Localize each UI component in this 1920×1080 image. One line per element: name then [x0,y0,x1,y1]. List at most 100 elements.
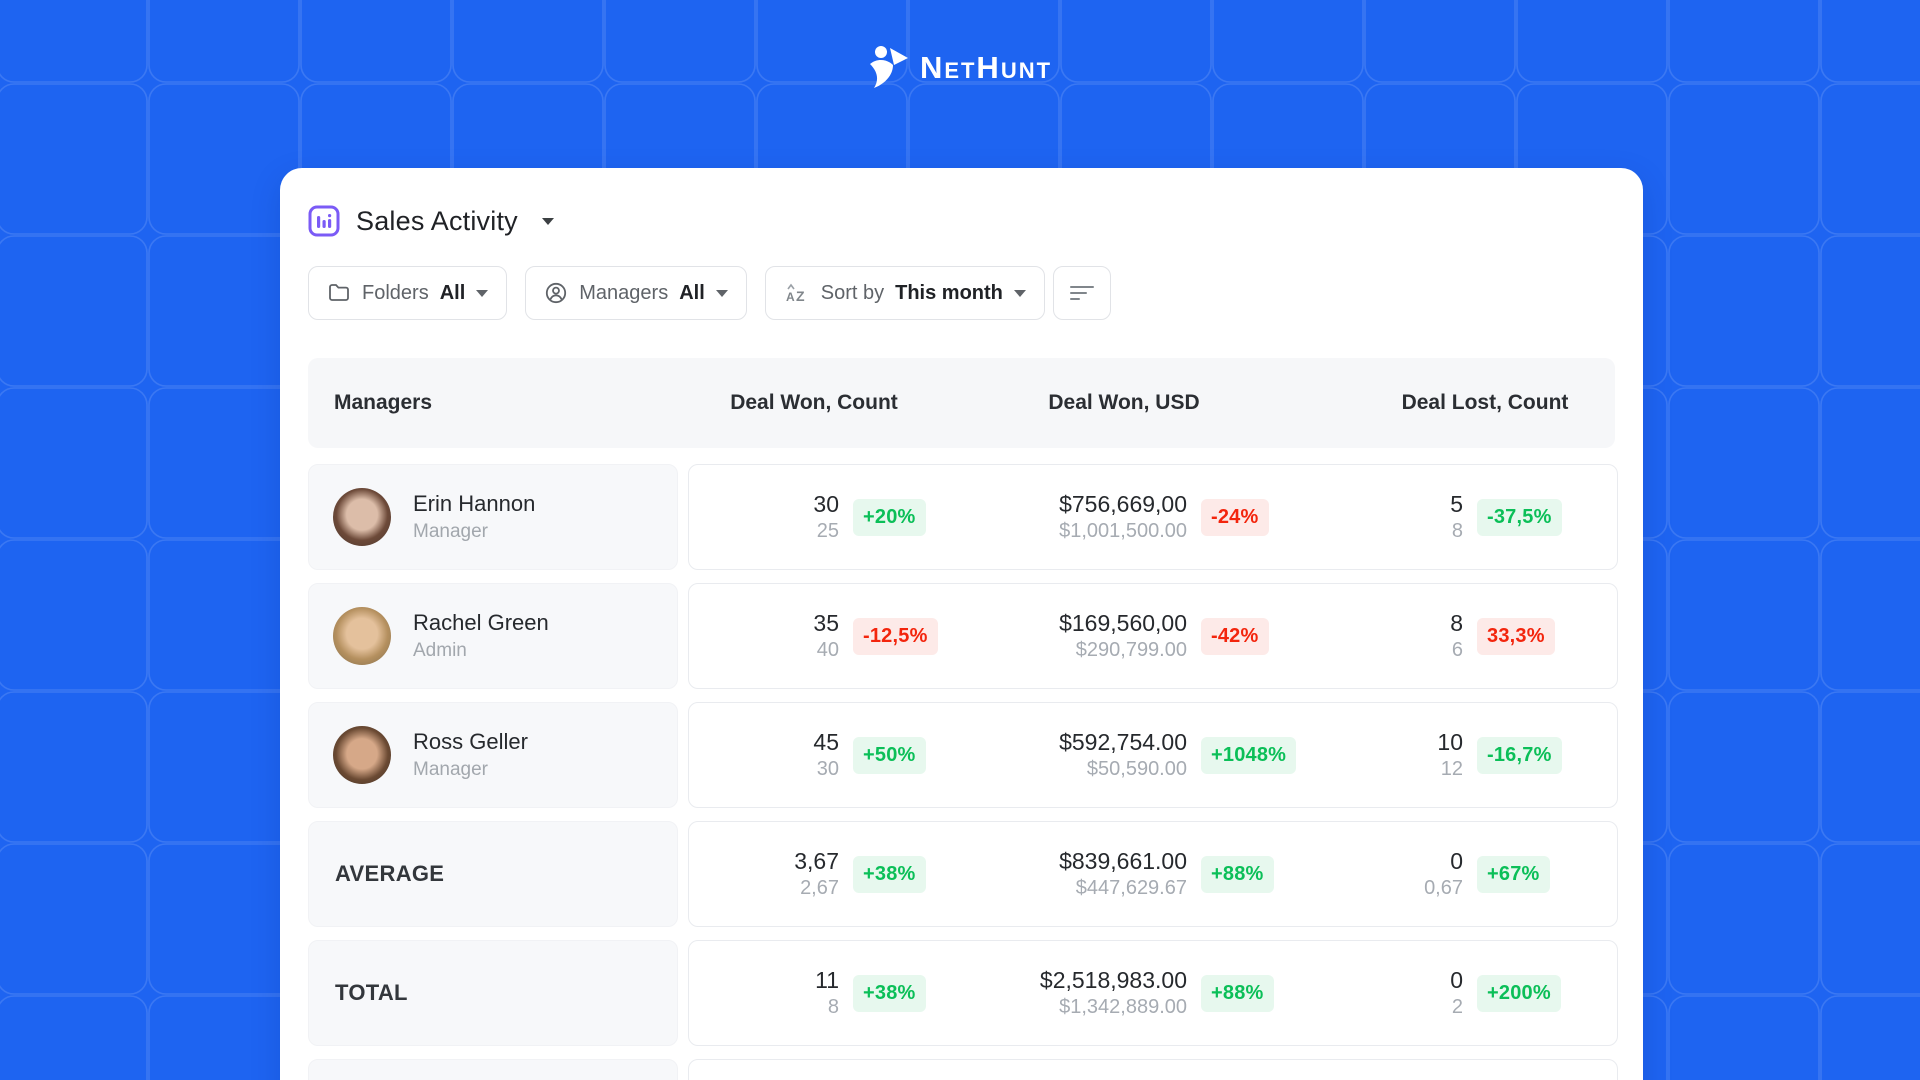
deal-won-count-cell: 45 30 +50% [689,729,941,781]
deal-lost-count-cell: 5 8 -37,5% [1309,491,1619,543]
previous-value: 2 [1452,996,1463,1019]
filter-label: Folders [362,282,429,305]
deal-won-usd-cell: $756,669,00 $1,001,500.00 -24% [941,491,1309,543]
summary-row-average: AVERAGE 3,67 2,67 +38% $839,661.00 $447,… [308,821,1615,927]
change-badge: -37,5% [1477,499,1562,536]
current-value: $169,560,00 [1059,610,1187,637]
table-row: Ross Geller Manager 45 30 +50% $592,754.… [308,702,1615,808]
previous-value: 40 [817,639,839,662]
chevron-down-icon [716,290,728,297]
person-icon [544,281,568,305]
deal-won-count-cell: 11 8 +38% [689,967,941,1019]
deal-won-usd-cell: $592,754.00 $50,590.00 +1048% [941,729,1309,781]
manager-cell[interactable]: Erin Hannon Manager [308,464,678,570]
deal-won-usd-cell: $2,518,983.00 $1,342,889.00 +88% [941,967,1309,1019]
manager-cell[interactable]: Ross Geller Manager [308,702,678,808]
current-value: 8 [1450,610,1463,637]
current-value: 0 [1450,967,1463,994]
table-header: Managers Deal Won, Count Deal Won, USD D… [308,358,1615,448]
manager-role: Manager [413,521,535,543]
previous-value: 6 [1452,639,1463,662]
previous-value: 12 [1441,758,1463,781]
change-badge: +50% [853,737,926,774]
previous-value: $447,629.67 [1076,877,1187,900]
values-cell: 11 8 +38% $2,518,983.00 $1,342,889.00 +8… [688,940,1618,1046]
deal-lost-count-cell: 8 6 33,3% [1309,610,1619,662]
previous-value: $290,799.00 [1076,639,1187,662]
sort-order-button[interactable] [1053,266,1111,320]
deal-won-count-cell: 3,67 2,67 +38% [689,848,941,900]
previous-value: 8 [1452,520,1463,543]
current-value: $756,669,00 [1059,491,1187,518]
avatar [333,607,391,665]
previous-value: 2,67 [800,877,839,900]
manager-name: Ross Geller [413,729,528,755]
table-row: Erin Hannon Manager 30 25 +20% $756,669,… [308,464,1615,570]
previous-value: 0,67 [1424,877,1463,900]
previous-value: $1,342,889.00 [1059,996,1187,1019]
folders-filter[interactable]: Folders All [308,266,507,320]
manager-cell [308,1059,678,1080]
filter-value: This month [895,282,1003,305]
avatar [333,726,391,784]
chevron-down-icon[interactable] [542,218,554,225]
brand-wordmark: NetHunt [920,50,1052,86]
change-badge: +38% [853,975,926,1012]
sort-by-filter[interactable]: A Z Sort by This month [765,266,1045,320]
change-badge: +20% [853,499,926,536]
manager-cell[interactable]: Rachel Green Admin [308,583,678,689]
deal-lost-count-cell: 10 12 -16,7% [1309,729,1619,781]
avatar [333,488,391,546]
values-cell: 45 30 +50% $592,754.00 $50,590.00 +1048%… [688,702,1618,808]
filter-value: All [440,282,466,305]
deal-won-usd-cell: $169,560,00 $290,799.00 -42% [941,610,1309,662]
manager-name: Erin Hannon [413,491,535,517]
sort-lines-icon [1069,283,1095,303]
values-cell: 35 40 -12,5% $169,560,00 $290,799.00 -42… [688,583,1618,689]
current-value: 30 [813,491,839,518]
manager-role: Admin [413,640,549,662]
summary-label: AVERAGE [308,821,678,927]
change-badge: +38% [853,856,926,893]
current-value: 3,67 [794,848,839,875]
filter-label: Sort by [821,282,884,305]
svg-text:Z: Z [796,288,805,304]
deal-lost-count-cell: 0 2 +200% [1309,967,1619,1019]
table-row: Rachel Green Admin 35 40 -12,5% $169,560… [308,583,1615,689]
deal-won-count-cell: 35 40 -12,5% [689,610,941,662]
values-cell: 3,67 2,67 +38% $839,661.00 $447,629.67 +… [688,821,1618,927]
current-value: 35 [813,610,839,637]
change-badge: +200% [1477,975,1561,1012]
column-header-managers: Managers [308,391,688,415]
table-row-clipped [308,1059,1615,1080]
chevron-down-icon [476,290,488,297]
manager-name: Rachel Green [413,610,549,636]
report-card: Sales Activity Folders All Managers All [280,168,1643,1080]
current-value: $592,754.00 [1059,729,1187,756]
sort-controls: A Z Sort by This month [765,266,1111,320]
svg-text:A: A [786,290,795,304]
managers-filter[interactable]: Managers All [525,266,747,320]
change-badge: -42% [1201,618,1269,655]
summary-label: TOTAL [308,940,678,1046]
column-header-deal-won-count: Deal Won, Count [688,391,940,415]
deal-lost-count-cell: 0 0,67 +67% [1309,848,1619,900]
report-title-row[interactable]: Sales Activity [308,204,1615,238]
change-badge: +88% [1201,975,1274,1012]
deal-won-usd-cell: $839,661.00 $447,629.67 +88% [941,848,1309,900]
previous-value: 8 [828,996,839,1019]
column-header-deal-won-usd: Deal Won, USD [940,391,1308,415]
page-title: Sales Activity [356,206,518,237]
previous-value: $1,001,500.00 [1059,520,1187,543]
change-badge: -24% [1201,499,1269,536]
manager-role: Manager [413,759,528,781]
current-value: 10 [1437,729,1463,756]
current-value: 0 [1450,848,1463,875]
change-badge: +67% [1477,856,1550,893]
chevron-down-icon [1014,290,1026,297]
az-sort-icon: A Z [784,281,810,305]
filter-value: All [679,282,705,305]
current-value: 5 [1450,491,1463,518]
change-badge: 33,3% [1477,618,1555,655]
previous-value: $50,590.00 [1087,758,1187,781]
